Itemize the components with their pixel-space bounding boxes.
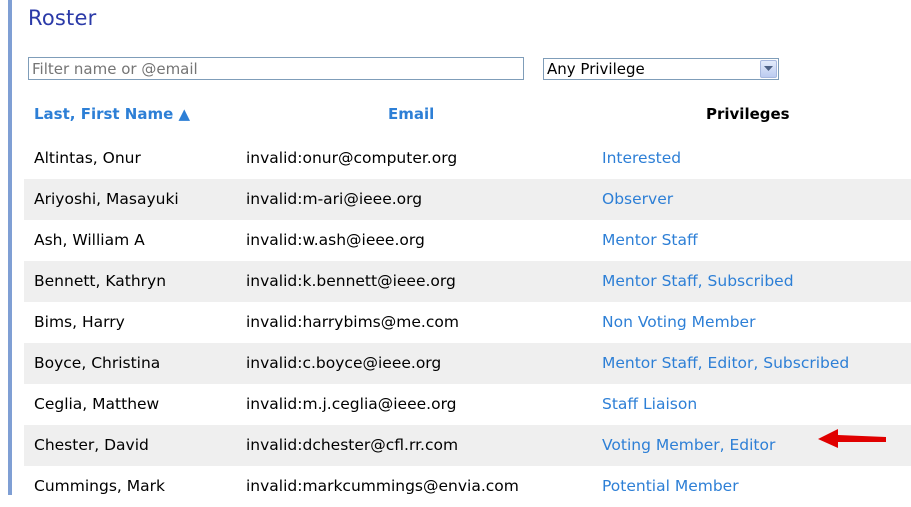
row-name: Boyce, Christina xyxy=(34,354,161,372)
row-email: invalid:c.boyce@ieee.org xyxy=(246,354,442,372)
row-name: Ariyoshi, Masayuki xyxy=(34,190,179,208)
row-privileges-link[interactable]: Non Voting Member xyxy=(602,313,755,331)
row-name: Cummings, Mark xyxy=(34,477,165,495)
table-row: Altintas, Onur invalid:onur@computer.org… xyxy=(24,138,911,179)
row-email: invalid:harrybims@me.com xyxy=(246,313,459,331)
row-privileges-link[interactable]: Interested xyxy=(602,149,681,167)
column-header-name[interactable]: Last, First Name ▲ xyxy=(34,105,190,123)
roster-table: Altintas, Onur invalid:onur@computer.org… xyxy=(24,138,911,507)
table-row: Ash, William A invalid:w.ash@ieee.org Me… xyxy=(24,220,911,261)
row-email: invalid:dchester@cfl.rr.com xyxy=(246,436,459,454)
red-arrow-icon xyxy=(818,429,886,448)
row-name: Bennett, Kathryn xyxy=(34,272,167,290)
chevron-down-icon xyxy=(764,66,773,71)
table-row: Ceglia, Matthew invalid:m.j.ceglia@ieee.… xyxy=(24,384,911,425)
row-email: invalid:w.ash@ieee.org xyxy=(246,231,425,249)
table-row: Bims, Harry invalid:harrybims@me.com Non… xyxy=(24,302,911,343)
row-name: Bims, Harry xyxy=(34,313,125,331)
privilege-select-value: Any Privilege xyxy=(547,60,645,78)
filter-input[interactable] xyxy=(28,57,524,80)
row-name: Ash, William A xyxy=(34,231,145,249)
row-email: invalid:m-ari@ieee.org xyxy=(246,190,423,208)
left-accent-bar xyxy=(8,0,12,495)
row-name: Chester, David xyxy=(34,436,149,454)
row-email: invalid:onur@computer.org xyxy=(246,149,458,167)
table-row: Chester, David invalid:dchester@cfl.rr.c… xyxy=(24,425,911,466)
row-email: invalid:markcummings@envia.com xyxy=(246,477,519,495)
row-privileges-link[interactable]: Mentor Staff xyxy=(602,231,698,249)
table-header: Last, First Name ▲ Email Privileges xyxy=(0,105,911,131)
page-title: Roster xyxy=(28,6,97,30)
row-privileges-link[interactable]: Mentor Staff, Editor, Subscribed xyxy=(602,354,849,372)
privilege-select[interactable]: Any Privilege xyxy=(543,58,779,80)
column-header-privileges: Privileges xyxy=(706,105,790,123)
table-row: Bennett, Kathryn invalid:k.bennett@ieee.… xyxy=(24,261,911,302)
table-row: Cummings, Mark invalid:markcummings@envi… xyxy=(24,466,911,507)
row-email: invalid:k.bennett@ieee.org xyxy=(246,272,456,290)
row-privileges-link[interactable]: Observer xyxy=(602,190,673,208)
row-name: Altintas, Onur xyxy=(34,149,141,167)
table-row: Boyce, Christina invalid:c.boyce@ieee.or… xyxy=(24,343,911,384)
row-privileges-link[interactable]: Voting Member, Editor xyxy=(602,436,775,454)
row-privileges-link[interactable]: Potential Member xyxy=(602,477,739,495)
column-header-email[interactable]: Email xyxy=(388,105,434,123)
row-privileges-link[interactable]: Mentor Staff, Subscribed xyxy=(602,272,794,290)
row-name: Ceglia, Matthew xyxy=(34,395,160,413)
dropdown-button[interactable] xyxy=(760,60,777,78)
table-row: Ariyoshi, Masayuki invalid:m-ari@ieee.or… xyxy=(24,179,911,220)
row-email: invalid:m.j.ceglia@ieee.org xyxy=(246,395,457,413)
row-privileges-link[interactable]: Staff Liaison xyxy=(602,395,697,413)
